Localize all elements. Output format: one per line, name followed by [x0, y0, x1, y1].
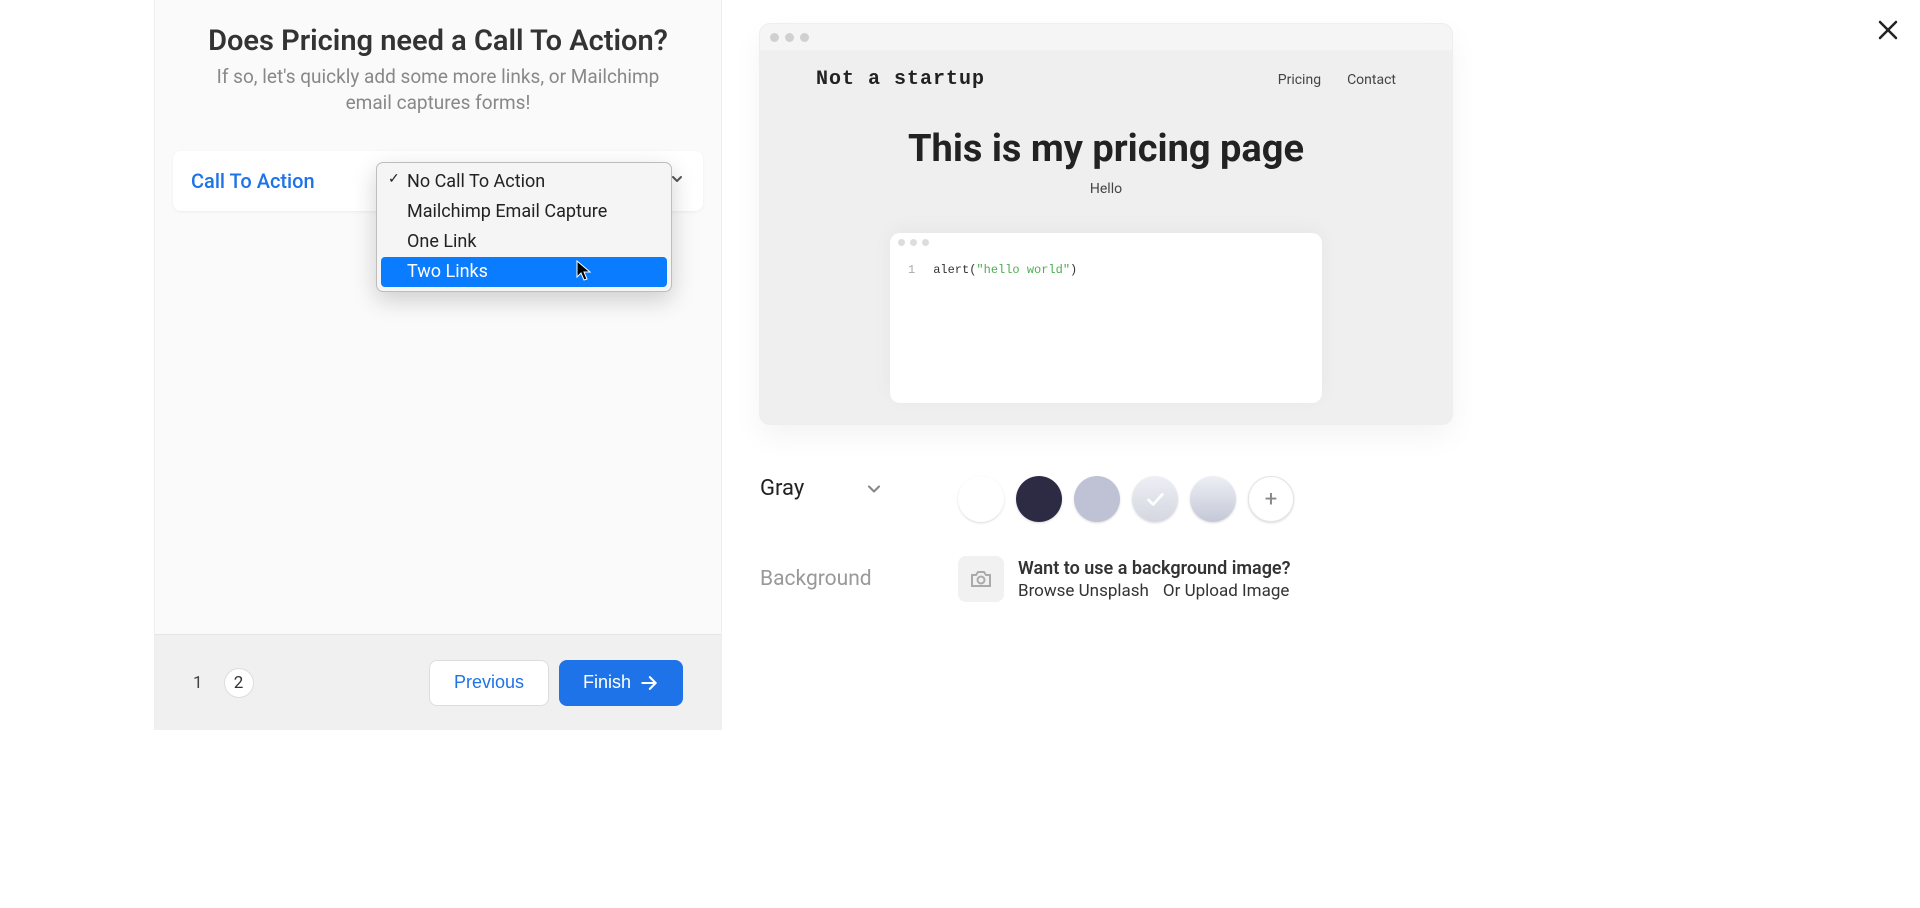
swatch-dark[interactable]	[1016, 476, 1062, 522]
previous-button-label: Previous	[454, 672, 524, 693]
swatch-gradient[interactable]	[1190, 476, 1236, 522]
wizard-subtitle: If so, let's quickly add some more links…	[195, 64, 681, 115]
wizard-title: Does Pricing need a Call To Action?	[175, 24, 701, 58]
wizard-body: Does Pricing need a Call To Action? If s…	[155, 0, 721, 634]
dropdown-option-one-link[interactable]: One Link	[381, 227, 667, 257]
finish-button-label: Finish	[583, 672, 631, 693]
wizard-panel: Does Pricing need a Call To Action? If s…	[154, 0, 722, 730]
finish-button[interactable]: Finish	[559, 660, 683, 706]
background-row: Background Want to use a background imag…	[760, 556, 1452, 602]
wizard-footer: 1 2 Previous Finish	[155, 634, 721, 730]
close-icon[interactable]	[1876, 18, 1900, 46]
browse-unsplash-link[interactable]: Browse Unsplash	[1018, 581, 1149, 601]
code-text: alert("hello world")	[933, 263, 1077, 277]
cta-dropdown[interactable]: No Call To Action Mailchimp Email Captur…	[376, 162, 672, 292]
step-2[interactable]: 2	[225, 669, 253, 697]
code-line-number: 1	[908, 263, 915, 277]
color-swatches: +	[958, 476, 1294, 522]
step-indicator: 1 2	[193, 669, 253, 697]
cta-select-label: Call To Action	[191, 169, 315, 193]
step-1[interactable]: 1	[193, 673, 203, 693]
preview-nav-contact: Contact	[1347, 72, 1396, 88]
camera-icon	[969, 567, 993, 591]
dropdown-option-no-cta[interactable]: No Call To Action	[381, 167, 667, 197]
palette-label: Gray	[760, 476, 804, 501]
preview-brand: Not a startup	[816, 68, 985, 91]
preview-code-window: 1 alert("hello world")	[890, 233, 1322, 403]
background-text: Want to use a background image? Browse U…	[1018, 558, 1290, 601]
preview-hero-title: This is my pricing page	[760, 127, 1452, 171]
dropdown-option-mailchimp[interactable]: Mailchimp Email Capture	[381, 197, 667, 227]
swatch-light[interactable]	[1074, 476, 1120, 522]
preview-nav: Pricing Contact	[1278, 72, 1396, 88]
swatch-add[interactable]: +	[1248, 476, 1294, 522]
window-controls	[760, 24, 1452, 50]
dropdown-option-two-links[interactable]: Two Links	[381, 257, 667, 287]
chevron-down-icon	[864, 479, 884, 499]
swatch-selected[interactable]	[1132, 476, 1178, 522]
preview-code: 1 alert("hello world")	[890, 253, 1322, 287]
preview-frame: Not a startup Pricing Contact This is my…	[760, 24, 1452, 424]
background-thumb[interactable]	[958, 556, 1004, 602]
palette-select[interactable]: Gray	[760, 476, 884, 501]
background-question: Want to use a background image?	[1018, 558, 1290, 579]
preview-hero-sub: Hello	[760, 181, 1452, 197]
background-label: Background	[760, 567, 958, 591]
preview-nav-pricing: Pricing	[1278, 72, 1321, 88]
preview-hero: This is my pricing page Hello	[760, 127, 1452, 197]
preview-header: Not a startup Pricing Contact	[760, 50, 1452, 109]
upload-image-link[interactable]: Or Upload Image	[1163, 581, 1289, 601]
swatch-white[interactable]	[958, 476, 1004, 522]
arrow-right-icon	[639, 673, 659, 693]
previous-button[interactable]: Previous	[429, 660, 549, 706]
